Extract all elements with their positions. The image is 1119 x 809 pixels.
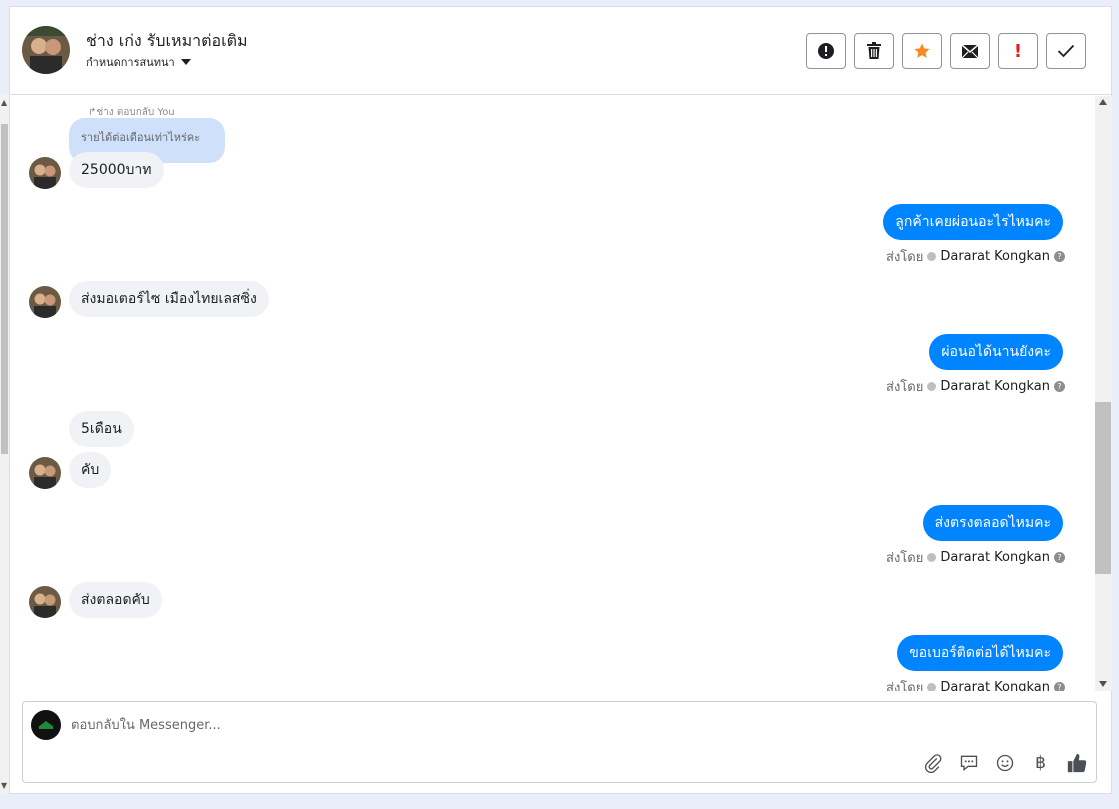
help-icon[interactable]: ? [1054, 682, 1065, 691]
help-icon[interactable]: ? [1054, 251, 1065, 262]
outgoing-message[interactable]: ขอเบอร์ติดต่อได้ไหมคะ [897, 635, 1063, 671]
report-button[interactable] [806, 33, 846, 69]
scroll-up-arrow[interactable]: ▲ [1, 98, 7, 107]
check-icon [1057, 44, 1075, 58]
done-button[interactable] [1046, 33, 1086, 69]
message-scrollbar[interactable] [1095, 96, 1112, 691]
saved-reply-button[interactable] [957, 751, 980, 774]
mark-unread-button[interactable] [950, 33, 990, 69]
incoming-message[interactable]: 5เดือน [69, 411, 134, 447]
message-scroll-thumb[interactable] [1095, 402, 1111, 574]
exclamation-icon: ! [1013, 40, 1023, 62]
page-avatar [31, 710, 61, 740]
scroll-up-arrow[interactable] [1099, 99, 1107, 105]
incoming-message[interactable]: 25000บาท [69, 152, 164, 188]
help-icon[interactable]: ? [1054, 381, 1065, 392]
emoji-icon [996, 754, 1013, 771]
agent-name[interactable]: Dararat Kongkan [940, 680, 1050, 691]
alert-circle-icon [818, 43, 834, 59]
payment-button[interactable]: ฿ [1029, 751, 1052, 774]
avatar[interactable] [29, 457, 61, 489]
agent-dot-icon [927, 252, 937, 261]
agent-name[interactable]: Dararat Kongkan [940, 249, 1050, 264]
incoming-message[interactable]: ส่งตลอดคับ [69, 582, 162, 618]
message-list[interactable]: ↱ช่าง ตอบกลับ You รายได้ต่อเดือนเท่าไหร่… [10, 96, 1095, 691]
avatar[interactable] [29, 157, 61, 189]
sent-by-info: ส่งโดย Dararat Kongkan ? [886, 677, 1065, 691]
caret-down-icon [180, 59, 191, 65]
scroll-down-arrow[interactable] [1099, 681, 1107, 687]
reply-input[interactable] [71, 712, 971, 738]
sent-by-info: ส่งโดย Dararat Kongkan ? [886, 376, 1065, 397]
schedule-label: กำหนดการสนทนา [86, 56, 175, 69]
composer-tools: ฿ [921, 751, 1088, 774]
attach-button[interactable] [921, 751, 944, 774]
agent-dot-icon [927, 683, 937, 691]
like-button[interactable] [1065, 751, 1088, 774]
emoji-button[interactable] [993, 751, 1016, 774]
scroll-down-arrow[interactable]: ▼ [1, 781, 7, 790]
attach-icon [924, 753, 941, 773]
important-button[interactable]: ! [998, 33, 1038, 69]
conversation-panel: ช่าง เก่ง รับเหมาต่อเติม กำหนดการสนทนา !… [9, 6, 1112, 794]
agent-dot-icon [927, 553, 937, 562]
comment-icon [960, 755, 977, 771]
star-button[interactable] [902, 33, 942, 69]
avatar[interactable] [22, 26, 70, 74]
conversation-schedule-dropdown[interactable]: กำหนดการสนทนา [86, 53, 191, 71]
agent-name[interactable]: Dararat Kongkan [940, 379, 1050, 394]
agent-dot-icon [927, 382, 937, 391]
avatar[interactable] [29, 286, 61, 318]
trash-icon [867, 42, 881, 59]
agent-name[interactable]: Dararat Kongkan [940, 550, 1050, 565]
outgoing-message[interactable]: ส่งตรงตลอดไหมคะ [922, 505, 1063, 541]
star-icon [914, 43, 930, 58]
header-actions: ! [806, 33, 1086, 69]
sent-by-info: ส่งโดย Dararat Kongkan ? [886, 547, 1065, 568]
sent-by-info: ส่งโดย Dararat Kongkan ? [886, 246, 1065, 267]
outgoing-message[interactable]: ผ่อนอได้นานยังคะ [929, 334, 1063, 370]
baht-icon: ฿ [1035, 752, 1046, 773]
mark-unread-icon [961, 44, 979, 59]
like-icon [1067, 753, 1086, 772]
incoming-message[interactable]: คับ [69, 452, 112, 488]
delete-button[interactable] [854, 33, 894, 69]
conversation-header: ช่าง เก่ง รับเหมาต่อเติม กำหนดการสนทนา ! [10, 7, 1111, 95]
incoming-message[interactable]: ส่งมอเตอร์ไซ เมืองไทยเลสซิ่ง [69, 281, 269, 317]
reply-composer: ฿ [22, 701, 1097, 783]
avatar[interactable] [29, 586, 61, 618]
page-scroll-thumb[interactable] [1, 124, 8, 454]
help-icon[interactable]: ? [1054, 552, 1065, 563]
page-scrollbar[interactable]: ▲ ▼ [0, 94, 9, 794]
contact-name: ช่าง เก่ง รับเหมาต่อเติม [86, 31, 248, 50]
outgoing-message[interactable]: ลูกค้าเคยผ่อนอะไรไหมคะ [883, 204, 1063, 240]
